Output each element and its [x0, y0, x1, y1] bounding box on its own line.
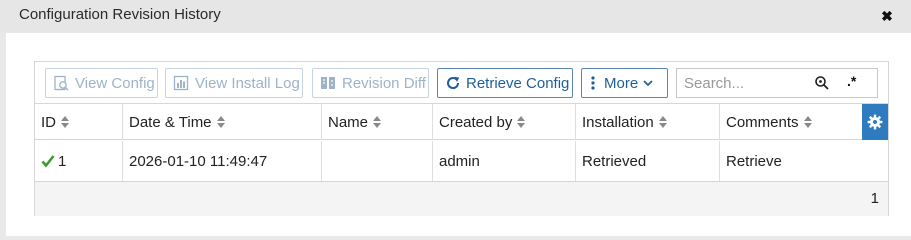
- sort-icon: [658, 116, 667, 128]
- column-header-label: Date & Time: [129, 113, 212, 131]
- sort-icon: [216, 116, 225, 128]
- column-header-label: Created by: [439, 113, 513, 131]
- column-header-label: Name: [328, 113, 369, 131]
- diff-icon: [319, 74, 337, 92]
- cell-date-time: 2026-01-10 11:49:47: [123, 141, 322, 181]
- retrieve-config-button[interactable]: Retrieve Config: [437, 68, 573, 98]
- view-install-log-label: View Install Log: [195, 74, 300, 92]
- chevron-down-icon: [642, 74, 654, 92]
- column-header-comments[interactable]: Comments: [720, 104, 862, 140]
- view-config-button[interactable]: View Config: [45, 68, 158, 98]
- search-icon[interactable]: [814, 75, 830, 91]
- column-header-date-time[interactable]: Date & Time: [123, 104, 322, 140]
- install-log-icon: [172, 74, 190, 92]
- cell-created-by: admin: [433, 141, 576, 181]
- cell-comments: Retrieve: [726, 152, 782, 170]
- cell-name: [322, 141, 433, 181]
- record-count: 1: [870, 190, 879, 207]
- sort-icon: [373, 116, 382, 128]
- table-row[interactable]: 1 2026-01-10 11:49:47 admin Retrieved Re…: [35, 141, 888, 182]
- more-label: More: [604, 74, 639, 92]
- view-install-log-button[interactable]: View Install Log: [165, 68, 303, 98]
- dialog-header: Configuration Revision History ✖: [0, 0, 911, 32]
- revision-diff-label: Revision Diff: [342, 74, 426, 92]
- column-header-created-by[interactable]: Created by: [433, 104, 576, 140]
- revision-diff-button[interactable]: Revision Diff: [312, 68, 429, 98]
- view-config-label: View Config: [75, 74, 155, 92]
- cell-installation: Retrieved: [576, 141, 720, 181]
- table-footer: 1: [35, 182, 888, 216]
- cell-id: 1: [35, 141, 123, 181]
- regex-toggle-icon[interactable]: .*: [847, 73, 863, 93]
- column-header-label: Comments: [726, 113, 799, 131]
- search-box: .*: [676, 68, 878, 98]
- sort-icon: [61, 116, 69, 128]
- gear-icon: [867, 114, 883, 130]
- column-header-label: Installation: [582, 113, 654, 131]
- column-settings-button[interactable]: [862, 104, 888, 140]
- column-header-name[interactable]: Name: [322, 104, 433, 140]
- search-input[interactable]: [677, 69, 807, 97]
- dialog-title: Configuration Revision History: [19, 6, 221, 23]
- refresh-icon: [444, 74, 462, 92]
- column-header-installation[interactable]: Installation: [576, 104, 720, 140]
- retrieve-config-label: Retrieve Config: [466, 74, 570, 92]
- column-header-id[interactable]: ID: [35, 104, 123, 140]
- more-vertical-icon: [588, 74, 598, 92]
- view-config-icon: [52, 74, 70, 92]
- revision-table: ID Date & Time Name Created by Installat…: [34, 103, 889, 216]
- cell-id-value: 1: [58, 152, 67, 170]
- more-dropdown-button[interactable]: More: [581, 68, 668, 98]
- column-header-label: ID: [41, 113, 56, 131]
- table-header: ID Date & Time Name Created by Installat…: [35, 104, 888, 140]
- close-icon[interactable]: ✖: [878, 7, 896, 25]
- check-icon: [41, 155, 55, 168]
- sort-icon: [803, 116, 812, 128]
- sort-icon: [517, 116, 526, 128]
